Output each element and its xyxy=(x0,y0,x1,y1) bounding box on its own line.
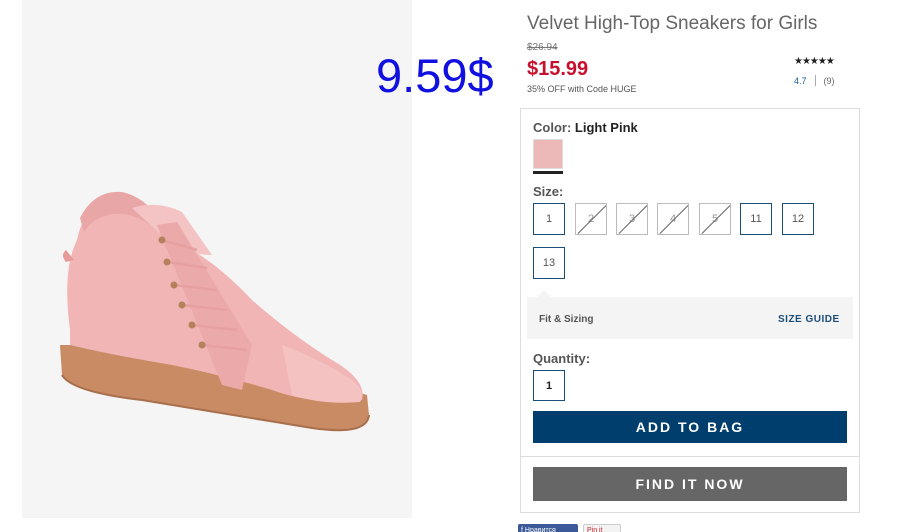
quantity-label: Quantity: xyxy=(533,351,591,366)
fit-sizing-label: Fit & Sizing xyxy=(539,314,594,325)
pinterest-pin-button[interactable]: Pin it xyxy=(583,524,621,532)
color-value: Light Pink xyxy=(574,120,638,135)
add-to-bag-button[interactable]: ADD TO BAG xyxy=(533,411,847,443)
overlay-price-annotation: 9.59$ xyxy=(376,49,494,102)
size-option-1[interactable]: 1 xyxy=(533,203,565,235)
review-count[interactable]: (9) xyxy=(824,76,835,86)
selected-swatch-indicator xyxy=(533,171,563,174)
social-share-bar: f Нравится Pin it xyxy=(518,524,621,532)
rating-row[interactable]: 4.7 (9) xyxy=(794,75,835,86)
panel-divider xyxy=(520,456,860,457)
size-option-5[interactable]: 5 xyxy=(699,203,731,235)
sneaker-illustration xyxy=(60,191,370,432)
color-swatch-light-pink[interactable] xyxy=(533,139,563,169)
color-label: Color: xyxy=(533,120,572,135)
size-option-12[interactable]: 12 xyxy=(782,203,814,235)
star-rating-icon[interactable]: ★★★★★ xyxy=(794,56,835,67)
rating-divider xyxy=(814,75,816,86)
find-it-now-button[interactable]: FIND IT NOW xyxy=(533,467,847,501)
size-option-11[interactable]: 11 xyxy=(740,203,772,235)
sale-price: $15.99 xyxy=(527,58,589,80)
size-guide-link[interactable]: SIZE GUIDE xyxy=(778,314,840,325)
rating-value[interactable]: 4.7 xyxy=(794,76,807,86)
product-title: Velvet High-Top Sneakers for Girls xyxy=(527,13,818,34)
size-label: Size: xyxy=(533,184,564,199)
size-option-13[interactable]: 13 xyxy=(533,247,565,279)
product-image xyxy=(22,0,412,518)
size-option-3[interactable]: 3 xyxy=(616,203,648,235)
original-price: $26.94 xyxy=(527,42,558,53)
quantity-input[interactable]: 1 xyxy=(533,370,565,401)
promo-text: 35% OFF with Code HUGE xyxy=(527,84,637,94)
size-option-2[interactable]: 2 xyxy=(575,203,607,235)
facebook-like-button[interactable]: f Нравится xyxy=(518,524,578,532)
size-option-4[interactable]: 4 xyxy=(657,203,689,235)
color-selector-label: Color: Light Pink xyxy=(533,120,638,135)
